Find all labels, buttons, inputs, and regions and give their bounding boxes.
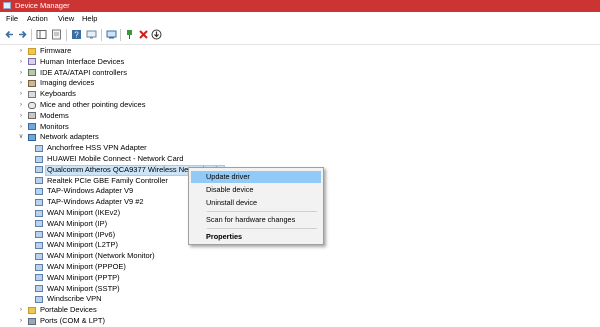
expand-chevron-icon[interactable]: › <box>17 78 25 89</box>
category-label: Portable Devices <box>40 305 97 315</box>
toolbar-separator <box>66 29 67 41</box>
network-adapter-icon <box>35 177 43 185</box>
expand-chevron-icon[interactable]: › <box>17 89 25 100</box>
device-label: WAN Miniport (Network Monitor) <box>47 251 155 261</box>
category-label: Ports (COM & LPT) <box>40 316 106 325</box>
device-label: WAN Miniport (L2TP) <box>47 240 118 250</box>
disable-device-menu-item[interactable]: Disable device <box>191 184 321 196</box>
back-arrow-icon[interactable] <box>4 29 15 40</box>
network-adapter-icon <box>35 263 43 271</box>
properties-icon[interactable] <box>51 29 62 40</box>
folder-icon <box>28 306 36 314</box>
camera-icon <box>28 79 36 87</box>
help-icon[interactable]: ? <box>71 29 82 40</box>
device-label: WAN Miniport (SSTP) <box>47 283 120 293</box>
expand-chevron-icon[interactable]: › <box>17 305 25 316</box>
category-label: Modems <box>40 110 69 120</box>
expand-chevron-icon[interactable]: › <box>17 46 25 57</box>
hid-icon <box>28 58 36 66</box>
properties-menu-item[interactable]: Properties <box>191 231 321 243</box>
title-bar: Device Manager <box>0 0 600 12</box>
device-label: WAN Miniport (PPPOE) <box>47 262 126 271</box>
expand-chevron-icon[interactable]: › <box>17 57 25 68</box>
window-title: Device Manager <box>15 1 70 10</box>
scan-hardware-menu-item[interactable]: Scan for hardware changes <box>191 214 321 226</box>
device-label: WAN Miniport (IKEv2) <box>47 208 121 217</box>
scan-hardware-icon[interactable] <box>106 29 117 40</box>
expand-chevron-icon[interactable]: › <box>17 316 25 327</box>
network-adapter-icon <box>35 209 43 217</box>
device-label: HUAWEI Mobile Connect - Network Card <box>47 154 184 163</box>
network-adapter-icon <box>35 295 43 303</box>
category-label: Human Interface Devices <box>40 56 125 66</box>
device-label: WAN Miniport (IPv6) <box>47 229 116 239</box>
ide-icon <box>28 69 36 77</box>
menu-separator <box>207 211 317 212</box>
device-label: Realtek PCIe GBE Family Controller <box>47 175 168 185</box>
uninstall-icon[interactable] <box>138 29 149 40</box>
menu-help[interactable]: Help <box>82 14 97 24</box>
category-label: Monitors <box>40 121 69 131</box>
expand-chevron-icon[interactable]: › <box>17 68 25 79</box>
network-adapter-icon <box>35 198 43 206</box>
update-driver-menu-item[interactable]: Update driver <box>191 171 321 183</box>
update-driver-icon[interactable] <box>86 29 97 40</box>
expand-chevron-icon[interactable]: › <box>17 111 25 122</box>
device-label: WAN Miniport (PPTP) <box>47 272 120 282</box>
menu-file[interactable]: File <box>6 14 18 24</box>
network-adapter-icon <box>35 220 43 228</box>
download-driver-icon[interactable] <box>151 29 162 40</box>
toolbar-separator <box>101 29 102 41</box>
category-label: Firmware <box>40 46 72 55</box>
device-label: TAP-Windows Adapter V9 <box>47 186 134 196</box>
network-adapter-icon <box>35 274 43 282</box>
category-label: Network adapters <box>40 132 99 142</box>
mouse-icon <box>28 101 36 109</box>
collapse-chevron-icon[interactable]: ∨ <box>17 132 25 143</box>
svg-text:?: ? <box>74 31 79 40</box>
network-adapter-icon <box>35 285 43 293</box>
enable-device-icon[interactable] <box>124 29 135 40</box>
device-manager-app-icon <box>3 2 11 9</box>
network-adapter-icon <box>35 144 43 152</box>
network-adapter-icon <box>35 231 43 239</box>
context-menu: Update driver Disable device Uninstall d… <box>188 167 324 245</box>
network-icon <box>28 133 36 141</box>
device-label: WAN Miniport (IP) <box>47 218 108 228</box>
category-label: Keyboards <box>40 89 76 99</box>
forward-arrow-icon[interactable] <box>17 29 28 40</box>
network-adapter-icon <box>35 187 43 195</box>
category-label: Imaging devices <box>40 78 95 88</box>
menu-view[interactable]: View <box>58 14 74 24</box>
port-icon <box>28 317 36 325</box>
modem-icon <box>28 112 36 120</box>
category-label: Mice and other pointing devices <box>40 100 146 109</box>
device-label: TAP-Windows Adapter V9 #2 <box>47 197 144 207</box>
network-adapter-icon <box>35 166 43 174</box>
show-hide-tree-icon[interactable] <box>36 29 47 40</box>
menu-bar: File Action View Help <box>0 12 600 27</box>
expand-chevron-icon[interactable]: › <box>17 100 25 111</box>
monitor-icon <box>28 123 36 131</box>
menu-separator <box>207 228 317 229</box>
category-label: IDE ATA/ATAPI controllers <box>40 67 127 77</box>
device-label: Windscribe VPN <box>47 294 102 304</box>
folder-icon <box>28 47 36 55</box>
uninstall-device-menu-item[interactable]: Uninstall device <box>191 197 321 209</box>
expand-chevron-icon[interactable]: › <box>17 122 25 133</box>
menu-action[interactable]: Action <box>27 14 48 24</box>
device-label: Anchorfree HSS VPN Adapter <box>47 143 147 153</box>
network-adapter-icon <box>35 252 43 260</box>
network-adapter-icon <box>35 155 43 163</box>
network-adapter-icon <box>35 241 43 249</box>
toolbar-separator <box>31 29 32 41</box>
toolbar-separator <box>120 29 121 41</box>
toolbar: ? <box>0 26 600 45</box>
keyboard-icon <box>28 90 36 98</box>
